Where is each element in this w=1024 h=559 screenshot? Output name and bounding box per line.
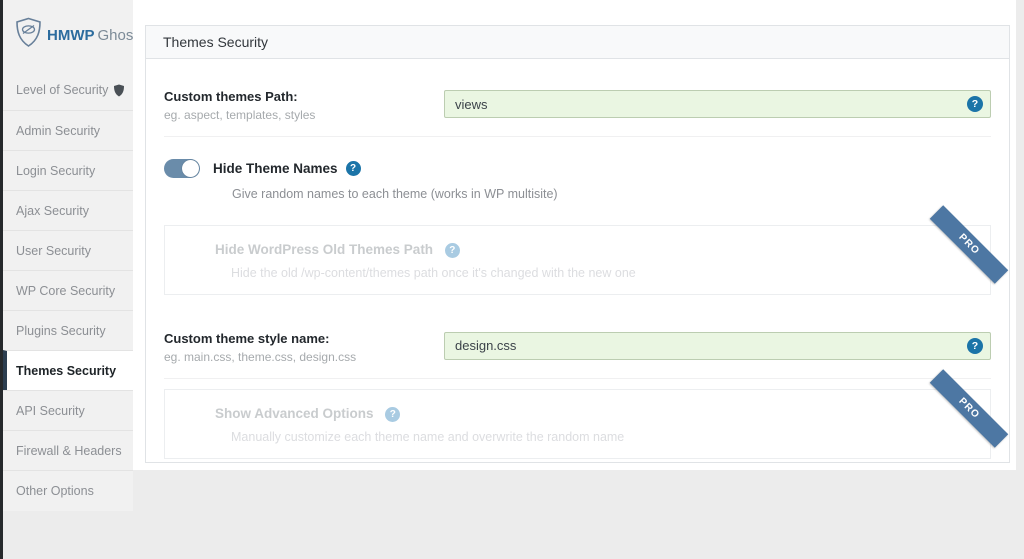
help-icon bbox=[385, 407, 400, 422]
hide-theme-names-row: Hide Theme Names Give random names to ea… bbox=[164, 137, 991, 215]
sidebar-item-plugins-security[interactable]: Plugins Security bbox=[3, 310, 133, 350]
sidebar-item-other-options[interactable]: Other Options bbox=[3, 470, 133, 510]
sidebar-item-user-security[interactable]: User Security bbox=[3, 230, 133, 270]
pro-feature-label: Hide WordPress Old Themes Path bbox=[215, 242, 990, 258]
sidebar-item-label: Other Options bbox=[16, 484, 94, 498]
sidebar-item-firewall-headers[interactable]: Firewall & Headers bbox=[3, 430, 133, 470]
custom-themes-path-labels: Custom themes Path: eg. aspect, template… bbox=[164, 89, 444, 122]
custom-themes-path-input[interactable] bbox=[444, 90, 991, 118]
help-icon[interactable] bbox=[967, 96, 983, 112]
sidebar-item-label: WP Core Security bbox=[16, 284, 115, 298]
sidebar-item-admin-security[interactable]: Admin Security bbox=[3, 110, 133, 150]
field-label: Custom themes Path: bbox=[164, 89, 444, 104]
sidebar-item-label: Themes Security bbox=[16, 364, 116, 378]
pro-feature-description: Hide the old /wp-content/themes path onc… bbox=[231, 266, 990, 280]
field-hint: eg. main.css, theme.css, design.css bbox=[164, 350, 444, 364]
sidebar-item-label: API Security bbox=[16, 404, 85, 418]
help-icon[interactable] bbox=[967, 338, 983, 354]
sidebar-item-ajax-security[interactable]: Ajax Security bbox=[3, 190, 133, 230]
sidebar-item-label: User Security bbox=[16, 244, 91, 258]
card-title: Themes Security bbox=[146, 26, 1009, 59]
custom-style-name-input[interactable] bbox=[444, 332, 991, 360]
sidebar-item-label: Level of Security bbox=[16, 83, 108, 97]
brand-name-light: Ghost bbox=[98, 27, 138, 44]
plugin-logo: HMWP Ghost bbox=[3, 0, 133, 70]
toggle-knob bbox=[182, 160, 199, 177]
custom-style-name-input-wrap bbox=[444, 332, 991, 360]
sidebar-item-label: Plugins Security bbox=[16, 324, 106, 338]
sidebar-item-login-security[interactable]: Login Security bbox=[3, 150, 133, 190]
sidebar-item-label: Firewall & Headers bbox=[16, 444, 122, 458]
card-body: Custom themes Path: eg. aspect, template… bbox=[146, 59, 1009, 459]
hmwp-shield-logo-icon bbox=[15, 17, 42, 53]
custom-themes-path-row: Custom themes Path: eg. aspect, template… bbox=[164, 59, 991, 137]
plugin-sidebar: HMWP Ghost Level of Security Admin Secur… bbox=[3, 0, 133, 511]
sidebar-item-level-of-security[interactable]: Level of Security bbox=[3, 70, 133, 110]
hide-old-themes-path-pro-box: Hide WordPress Old Themes Path Hide the … bbox=[164, 225, 991, 295]
field-hint: eg. aspect, templates, styles bbox=[164, 108, 444, 122]
custom-style-name-labels: Custom theme style name: eg. main.css, t… bbox=[164, 331, 444, 364]
pro-feature-label: Show Advanced Options bbox=[215, 406, 990, 422]
pro-feature-description: Manually customize each theme name and o… bbox=[231, 430, 990, 444]
settings-main-panel: Themes Security Custom themes Path: eg. … bbox=[133, 0, 1016, 470]
sidebar-item-wp-core-security[interactable]: WP Core Security bbox=[3, 270, 133, 310]
hide-theme-names-toggle[interactable] bbox=[164, 159, 200, 178]
toggle-label: Hide Theme Names bbox=[213, 161, 338, 176]
sidebar-item-themes-security[interactable]: Themes Security bbox=[3, 350, 133, 390]
custom-style-name-row: Custom theme style name: eg. main.css, t… bbox=[164, 307, 991, 379]
show-advanced-options-pro-box: Show Advanced Options Manually customize… bbox=[164, 389, 991, 459]
sidebar-item-label: Ajax Security bbox=[16, 204, 89, 218]
sidebar-item-label: Admin Security bbox=[16, 124, 100, 138]
help-icon[interactable] bbox=[346, 161, 361, 176]
toggle-description: Give random names to each theme (works i… bbox=[232, 187, 991, 201]
field-label: Custom theme style name: bbox=[164, 331, 444, 346]
security-level-shield-icon bbox=[113, 84, 125, 97]
help-icon bbox=[445, 243, 460, 258]
sidebar-item-api-security[interactable]: API Security bbox=[3, 390, 133, 430]
brand-name-bold: HMWP bbox=[47, 27, 95, 44]
custom-themes-path-input-wrap bbox=[444, 90, 991, 118]
hide-theme-names-toggle-line: Hide Theme Names bbox=[164, 159, 991, 178]
themes-security-card: Themes Security Custom themes Path: eg. … bbox=[145, 25, 1010, 463]
sidebar-item-label: Login Security bbox=[16, 164, 95, 178]
